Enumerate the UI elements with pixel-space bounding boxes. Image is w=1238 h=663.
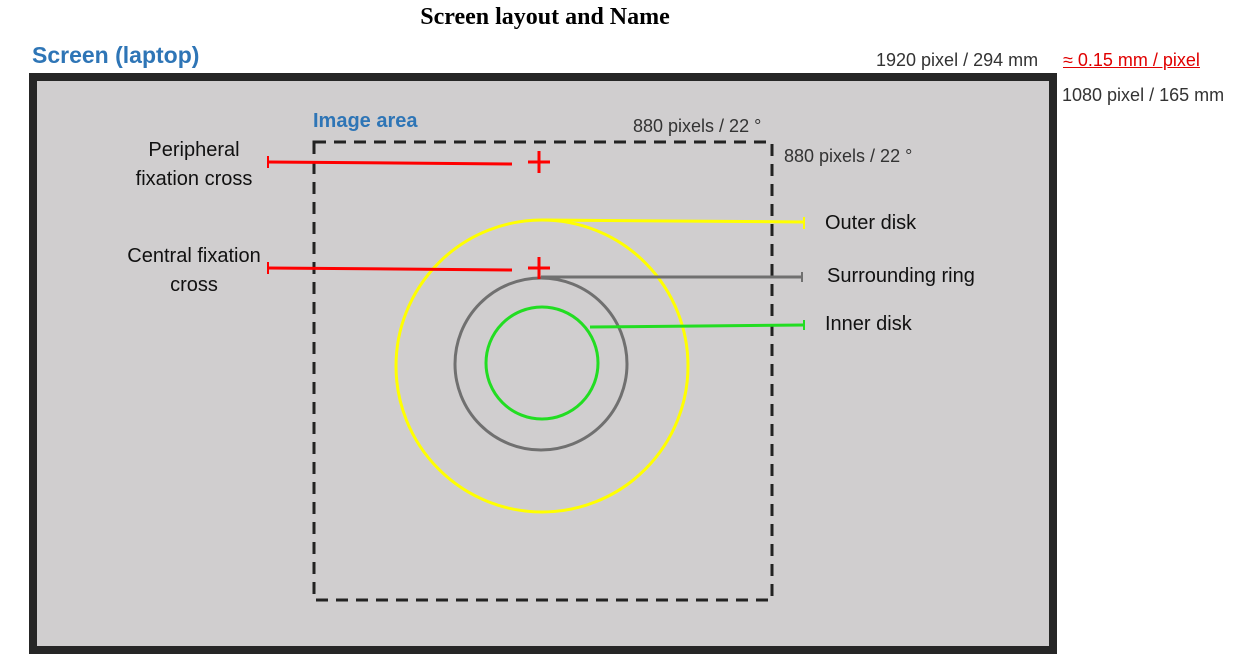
image-area-label: Image area [313, 110, 418, 132]
stimulus-diagram [267, 140, 805, 602]
image-area-box [312, 140, 774, 602]
image-area-height: 880 pixels / 22 ° [784, 146, 913, 166]
inner-disk [484, 305, 600, 421]
central-cross-label: Central fixation cross [127, 245, 261, 296]
surrounding-ring [453, 276, 629, 452]
surrounding-ring-label: Surrounding ring [827, 265, 975, 287]
peripheral-leader-line [267, 156, 513, 168]
central-leader-line [267, 262, 513, 274]
image-area-width: 880 pixels / 22 ° [633, 116, 762, 136]
peripheral-cross-label: Peripheral fixation cross [135, 139, 253, 190]
inner-disk-label: Inner disk [825, 313, 912, 335]
peripheral-fixation-cross [528, 151, 550, 173]
ring-leader-line [541, 272, 803, 282]
outer-disk-leader-line [541, 217, 805, 229]
outer-disk [394, 218, 690, 514]
outer-disk-label: Outer disk [825, 212, 917, 234]
